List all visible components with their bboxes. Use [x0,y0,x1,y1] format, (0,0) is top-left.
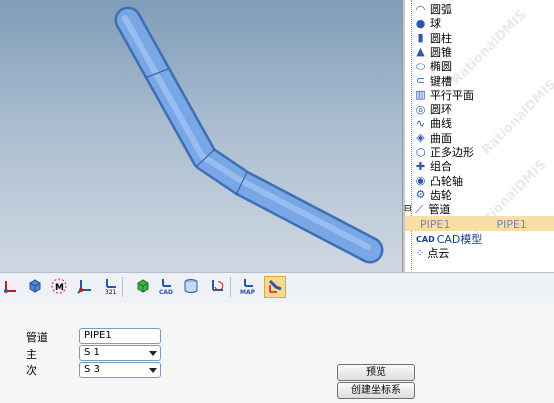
3d-viewport[interactable] [0,0,402,272]
tree-item-slot[interactable]: ⊂ 键槽 [404,74,452,88]
cad-icon: CAD [416,234,435,244]
tree-item-name: PIPE1 [420,217,451,231]
ellipse-icon: ⬭ [415,59,426,73]
axes-button[interactable] [74,276,96,298]
tree-item-label: 点云 [427,247,450,260]
combination-icon: ✚ [415,159,426,173]
toolbar-separator [230,277,231,297]
primary-value: S 1 [84,347,100,358]
cad-align-button[interactable]: CAD [156,276,178,298]
pipe-field[interactable]: PIPE1 [79,328,161,344]
tree-item-camshaft[interactable]: ◉ 凸轮轴 [404,174,463,188]
primary-label: 主 [26,348,37,361]
axes-321-icon: 321 [102,277,120,298]
origin-axes-icon [3,278,19,297]
tree-item-gear[interactable]: ⚙ 齿轮 [404,188,452,202]
svg-text:MAP: MAP [240,289,256,295]
pipe-model [114,6,384,264]
secondary-select[interactable]: S 3 [79,362,161,378]
camshaft-icon: ◉ [415,174,426,188]
secondary-label: 次 [26,364,37,377]
chevron-down-icon [149,351,157,356]
tree-item-combination[interactable]: ✚ 组合 [404,159,452,174]
toolbar-separator [122,277,123,297]
torus-icon: ◎ [415,102,426,116]
preview-button[interactable]: 预览 [337,364,415,381]
target-m-button[interactable]: M [48,276,70,298]
tree-item-pipe1[interactable]: PIPE1 PIPE1 [420,217,527,231]
tree-item-label: 管道 [428,203,451,217]
tree-item-pointcloud[interactable]: ⁘ 点云 [416,246,449,260]
curve-icon: ∿ [415,116,426,130]
green-cube-icon [135,278,151,297]
pointcloud-icon: ⁘ [416,247,425,259]
cube-button[interactable] [24,276,46,298]
axes-icon [77,278,93,297]
svg-text:M: M [55,283,64,293]
collapse-icon[interactable]: ⊟ [404,204,412,214]
primary-select[interactable]: S 1 [79,345,161,361]
cone-icon: ▲ [416,45,425,59]
tree-item-parallel-planes[interactable]: ▥ 平行平面 [404,88,474,102]
tree-item-torus[interactable]: ◎ 圆环 [404,102,452,117]
create-coordinate-system-button[interactable]: 创建坐标系 [337,382,415,399]
tree-item-curve[interactable]: ∿ 曲线 [404,116,452,131]
sphere-icon: ● [415,16,426,30]
pipe-label: 管道 [26,331,48,344]
green-cube-button[interactable] [132,276,154,298]
tree-item-surface[interactable]: ◈ 曲面 [404,131,452,145]
tree-item-ellipse[interactable]: ⬭ 椭圆 [404,59,452,74]
polygon-icon: ⬡ [415,145,426,159]
axes-rotate-icon [209,278,225,297]
tree-item-cad-model[interactable]: CAD CAD模型 [416,232,482,246]
tree-item-value: PIPE1 [496,217,527,231]
arc-icon: ◠ [415,2,426,16]
surface-icon: ◈ [416,131,425,145]
tree-item-polygon[interactable]: ⬡ 正多边形 [404,145,474,160]
cylinder-icon: ▮ [417,31,424,45]
parallel-planes-icon: ▥ [415,88,426,102]
svg-text:321: 321 [105,289,117,295]
cad-align-icon: CAD [158,277,176,298]
pipe-align-button[interactable] [264,276,286,298]
secondary-value: S 3 [84,364,100,375]
tree-item-pipe[interactable]: ⊟ ⟋ 管道 [404,202,451,217]
chevron-down-icon [149,368,157,373]
tree-item-cone[interactable]: ▲ 圆锥 [404,45,452,59]
cylinder-align-icon [182,277,200,298]
slot-icon: ⊂ [415,74,426,87]
origin-axes-button[interactable] [0,276,22,298]
tree-item-arc[interactable]: ◠ 圆弧 [404,2,452,17]
axes-rotate-button[interactable] [206,276,228,298]
axes-map-icon: MAP [239,277,259,298]
target-m-icon: M [50,277,68,298]
pipe-icon: ⟋ [415,202,423,216]
gear-icon: ⚙ [415,188,426,202]
tree-item-sphere[interactable]: ● 球 [404,16,441,31]
tree-item-cylinder[interactable]: ▮ 圆柱 [404,31,452,45]
svg-text:CAD: CAD [159,289,173,295]
cylinder-align-button[interactable] [180,276,202,298]
axes-321-button[interactable]: 321 [100,276,122,298]
cube-icon [27,278,43,297]
pipe-align-icon [267,278,283,297]
axes-map-button[interactable]: MAP [238,276,260,298]
